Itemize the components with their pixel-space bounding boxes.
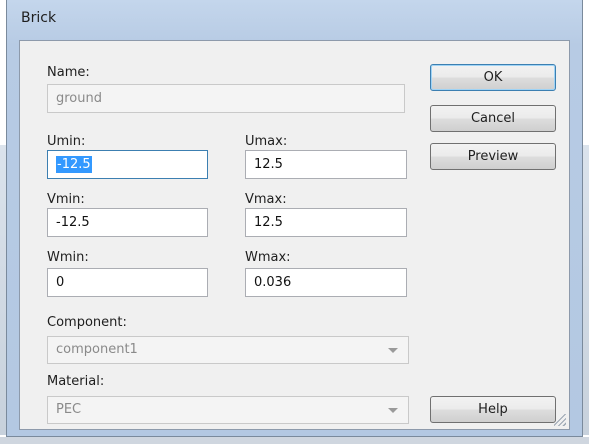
- umax-field[interactable]: 12.5: [245, 150, 407, 179]
- vmax-label: Vmax:: [245, 192, 287, 207]
- umin-label: Umin:: [47, 134, 86, 149]
- material-label: Material:: [47, 374, 105, 389]
- background-strip-bottom: [0, 437, 589, 444]
- help-button[interactable]: Help: [430, 396, 556, 423]
- material-selected-value: PEC: [56, 402, 82, 417]
- wmax-field[interactable]: 0.036: [245, 268, 407, 297]
- brick-dialog: Brick Name: ground Umin: -12.5 Umax: 12.…: [6, 0, 583, 437]
- component-selected-value: component1: [56, 342, 138, 357]
- title-bar[interactable]: Brick: [7, 0, 582, 40]
- vmin-field[interactable]: -12.5: [47, 208, 208, 237]
- component-label: Component:: [47, 315, 127, 330]
- umin-field[interactable]: -12.5: [47, 150, 208, 179]
- vmin-label: Vmin:: [47, 192, 85, 207]
- dialog-title: Brick: [21, 10, 57, 26]
- ok-button[interactable]: OK: [430, 64, 556, 91]
- background-strip-right: [583, 145, 589, 435]
- material-select[interactable]: PEC: [47, 396, 409, 424]
- cancel-button[interactable]: Cancel: [430, 105, 556, 132]
- wmax-label: Wmax:: [245, 250, 291, 265]
- umin-selected-text: -12.5: [56, 156, 92, 173]
- vmax-field[interactable]: 12.5: [245, 208, 407, 237]
- preview-button[interactable]: Preview: [430, 143, 556, 170]
- resize-grip-icon[interactable]: [554, 414, 566, 426]
- dialog-client-area: Name: ground Umin: -12.5 Umax: 12.5 Vmin…: [19, 40, 570, 430]
- wmin-label: Wmin:: [47, 250, 89, 265]
- chevron-down-icon: [388, 408, 398, 413]
- name-field[interactable]: ground: [47, 84, 405, 113]
- umax-label: Umax:: [245, 134, 288, 149]
- name-label: Name:: [47, 65, 90, 80]
- wmin-field[interactable]: 0: [47, 268, 208, 297]
- chevron-down-icon: [388, 348, 398, 353]
- component-select[interactable]: component1: [47, 336, 409, 364]
